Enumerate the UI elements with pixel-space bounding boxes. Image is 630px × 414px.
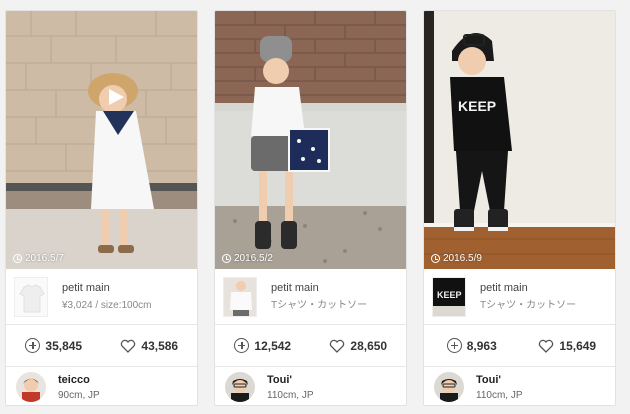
post-date-text: 2016.5/9 xyxy=(443,253,482,264)
post-date: 2016.5/9 xyxy=(431,253,482,264)
item-category: Tシャツ・カットソー xyxy=(480,299,577,311)
outfit-photo[interactable]: KEEP 2016.5/9 xyxy=(424,11,615,269)
outfit-photo[interactable]: 2016.5/2 xyxy=(215,11,406,269)
save-count: 8,963 xyxy=(466,338,497,353)
stats-bar: 12,542 28,650 xyxy=(215,325,406,367)
avatar[interactable] xyxy=(16,372,46,402)
svg-text:KEEP: KEEP xyxy=(437,290,462,300)
stats-bar: 35,845 43,586 xyxy=(6,325,197,367)
save-button[interactable]: 8,963 xyxy=(424,338,520,353)
like-button[interactable]: 28,650 xyxy=(311,339,407,353)
item-info[interactable]: petit main ¥3,024 / size:100cm xyxy=(6,269,197,325)
save-button[interactable]: 12,542 xyxy=(215,338,311,353)
save-count: 12,542 xyxy=(254,338,292,353)
item-brand[interactable]: petit main xyxy=(62,281,152,296)
item-price-size: ¥3,024 / size:100cm xyxy=(62,299,152,311)
like-count: 15,649 xyxy=(559,338,597,353)
like-count: 43,586 xyxy=(141,338,179,353)
user-info: Toui' 110cm, JP xyxy=(215,367,406,405)
plus-circle-icon xyxy=(234,338,250,353)
like-button[interactable]: 43,586 xyxy=(102,339,198,353)
post-date: 2016.5/2 xyxy=(222,253,273,264)
user-name[interactable]: Toui' xyxy=(267,373,314,387)
heart-icon xyxy=(330,339,345,353)
outfit-photo[interactable]: 2016.5/7 xyxy=(6,11,197,269)
user-info: teicco 90cm, JP xyxy=(6,367,197,405)
heart-icon xyxy=(121,339,136,353)
like-button[interactable]: 15,649 xyxy=(520,339,616,353)
stats-bar: 8,963 15,649 xyxy=(424,325,615,367)
heart-icon xyxy=(539,339,554,353)
svg-text:KEEP: KEEP xyxy=(458,98,496,114)
item-brand[interactable]: petit main xyxy=(480,281,576,296)
user-meta: 90cm, JP xyxy=(58,389,100,401)
clock-icon xyxy=(431,254,440,263)
save-count: 35,845 xyxy=(45,338,83,353)
item-info[interactable]: petit main Tシャツ・カットソー xyxy=(215,269,406,325)
user-meta: 110cm, JP xyxy=(476,389,523,401)
like-count: 28,650 xyxy=(350,338,388,353)
outfit-card: 2016.5/2 petit main Tシャツ・カットソー 12,542 28… xyxy=(214,10,407,406)
avatar[interactable] xyxy=(434,372,464,402)
avatar[interactable] xyxy=(225,372,255,402)
user-name[interactable]: teicco xyxy=(58,373,100,387)
outfit-card: KEEP 2016.5/9 KEEP petit main Tシャツ・カットソー xyxy=(423,10,616,406)
item-brand[interactable]: petit main xyxy=(271,281,367,296)
item-thumbnail[interactable]: KEEP xyxy=(432,276,466,317)
plus-circle-icon xyxy=(25,338,41,353)
save-button[interactable]: 35,845 xyxy=(6,338,102,353)
post-date-text: 2016.5/2 xyxy=(234,253,273,264)
item-thumbnail[interactable] xyxy=(223,276,257,317)
plus-circle-icon xyxy=(446,338,462,353)
item-category: Tシャツ・カットソー xyxy=(271,299,368,311)
outfit-card: 2016.5/7 petit main ¥3,024 / size:100cm … xyxy=(5,10,198,406)
user-meta: 110cm, JP xyxy=(267,389,314,401)
item-info[interactable]: KEEP petit main Tシャツ・カットソー xyxy=(424,269,615,325)
clock-icon xyxy=(222,254,231,263)
clock-icon xyxy=(13,254,22,263)
user-info: Toui' 110cm, JP xyxy=(424,367,615,405)
item-thumbnail[interactable] xyxy=(14,276,48,317)
user-name[interactable]: Toui' xyxy=(476,373,523,387)
post-date-text: 2016.5/7 xyxy=(25,253,64,264)
post-date: 2016.5/7 xyxy=(13,253,64,264)
